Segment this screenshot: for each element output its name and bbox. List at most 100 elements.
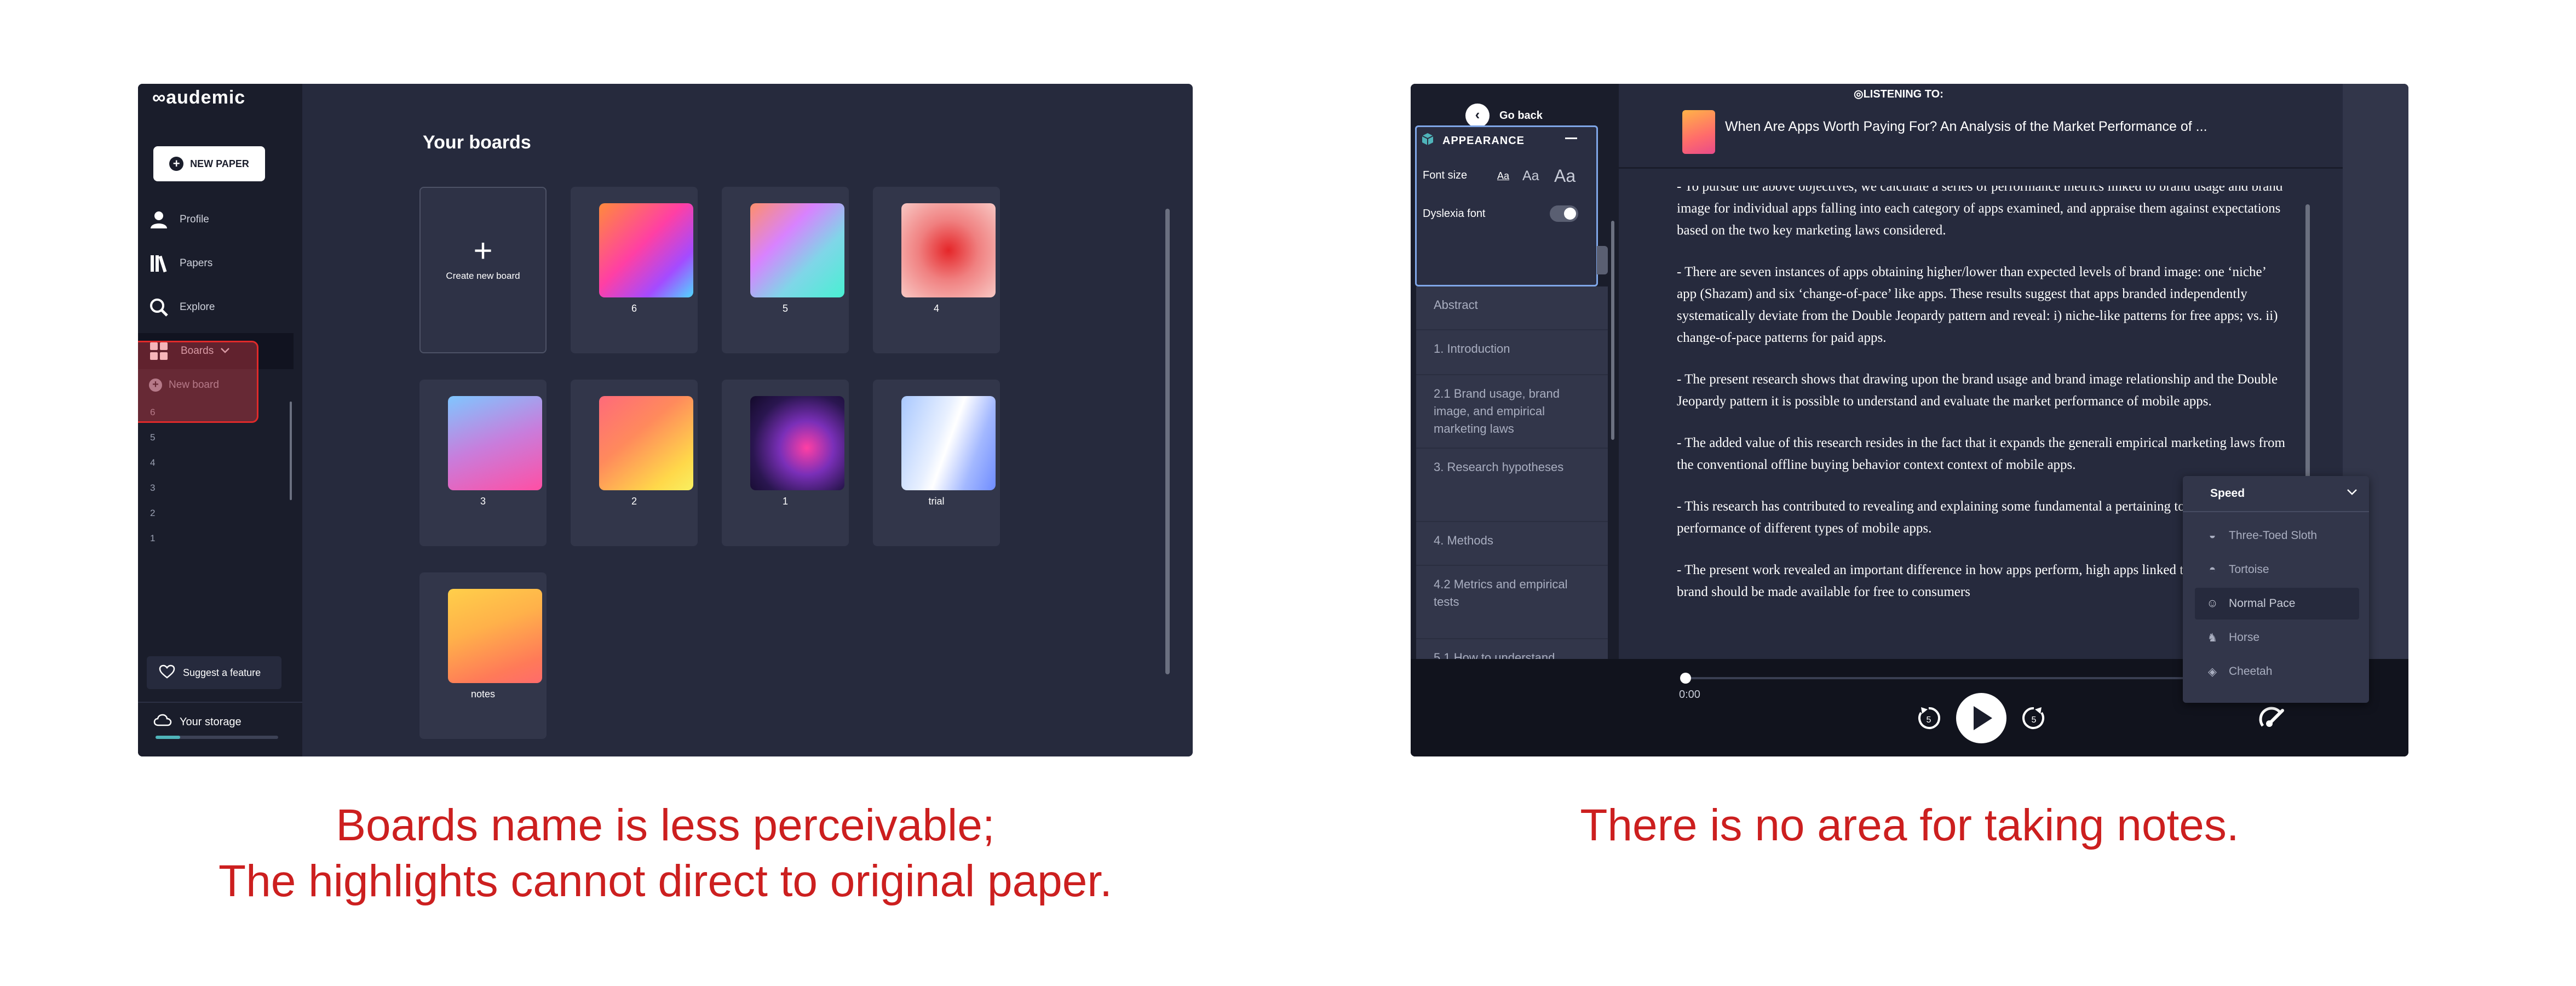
board-label: 3 <box>480 496 486 507</box>
sidebar-board-link[interactable]: 2 <box>150 508 155 519</box>
board-label: trial <box>928 496 945 507</box>
board-card[interactable]: notes <box>419 572 547 739</box>
font-size-label: Font size <box>1423 169 1468 181</box>
speed-option[interactable]: ☺ Normal Pace <box>2195 588 2359 620</box>
board-card[interactable]: 6 <box>571 187 698 353</box>
play-icon <box>1974 706 1992 730</box>
speed-option[interactable]: ♞ Horse <box>2195 622 2359 653</box>
chevron-left-icon: ‹ <box>1465 104 1490 128</box>
tortoise-icon: ◓ <box>2209 563 2216 576</box>
cheetah-icon: ◈ <box>2207 665 2217 678</box>
person-icon <box>149 210 169 230</box>
toc-item[interactable]: 4. Methods <box>1416 522 1608 566</box>
rewind-5-button[interactable]: 5 <box>1913 703 1944 733</box>
board-thumbnail <box>750 203 844 297</box>
main-scrollbar[interactable] <box>1165 209 1170 674</box>
board-card[interactable]: 4 <box>873 187 1000 353</box>
reader-paragraph[interactable]: - To pursue the above objectives, we cal… <box>1677 186 2287 242</box>
board-label: 6 <box>631 303 637 314</box>
sidebar-item-explore[interactable]: Explore <box>149 291 291 324</box>
sloth-icon: ◒ <box>2209 529 2216 542</box>
board-label: 1 <box>782 496 788 507</box>
board-label: notes <box>470 689 496 700</box>
books-icon <box>149 254 169 273</box>
reader-paragraph[interactable]: - There are seven instances of apps obta… <box>1677 261 2287 349</box>
board-card[interactable]: 2 <box>571 380 698 546</box>
board-card[interactable]: 1 <box>722 380 849 546</box>
minimize-icon[interactable] <box>1565 137 1577 139</box>
board-card[interactable]: 5 <box>722 187 849 353</box>
create-new-board-card[interactable]: + Create new board <box>419 187 547 353</box>
toggle-knob <box>1564 208 1576 220</box>
speed-option[interactable]: ◓ Tortoise <box>2195 554 2359 586</box>
speed-gauge-icon[interactable] <box>2258 705 2287 733</box>
board-thumbnail <box>448 396 542 490</box>
paper-thumbnail <box>1682 110 1715 154</box>
horse-icon: ♞ <box>2207 631 2218 644</box>
font-size-medium[interactable]: Aa <box>1522 168 1539 184</box>
storage-progress-bar <box>156 736 278 739</box>
board-label: 2 <box>631 496 637 507</box>
sidebar-item-label: Explore <box>180 301 215 313</box>
heart-icon <box>159 664 175 681</box>
board-card[interactable]: trial <box>873 380 1000 546</box>
forward-5-button[interactable]: 5 <box>2019 703 2049 733</box>
panel-handle[interactable] <box>1597 246 1608 274</box>
suggest-feature-label: Suggest a feature <box>183 667 261 678</box>
toc-item[interactable]: 2.1 Brand usage, brand image, and empiri… <box>1416 375 1608 449</box>
board-label: 4 <box>933 303 939 314</box>
app-logo[interactable]: ∞audemic <box>152 87 245 108</box>
sidebar-board-link[interactable]: 5 <box>150 432 155 443</box>
sidebar-item-label: Papers <box>180 257 213 269</box>
toc-item[interactable]: 4.2 Metrics and empirical tests <box>1416 566 1608 639</box>
dyslexia-font-toggle[interactable] <box>1550 205 1578 222</box>
chevron-down-icon[interactable] <box>2346 485 2358 499</box>
plus-icon: + <box>473 232 493 269</box>
annotation-highlight-box <box>138 341 258 423</box>
toc-list: Abstract 1. Introduction 2.1 Brand usage, … <box>1416 286 1608 659</box>
sidebar-board-link[interactable]: 4 <box>150 457 155 468</box>
font-size-large[interactable]: Aa <box>1554 166 1576 186</box>
go-back-button[interactable]: ‹ Go back <box>1465 104 1543 128</box>
toc-scrollbar[interactable] <box>1611 221 1614 440</box>
sidebar-board-link[interactable]: 3 <box>150 483 155 494</box>
speed-option-label: Normal Pace <box>2229 597 2296 610</box>
font-size-small[interactable]: Aa <box>1497 170 1509 182</box>
toc-item[interactable]: Abstract <box>1416 286 1608 330</box>
toc-item[interactable]: 1. Introduction <box>1416 330 1608 375</box>
speed-option[interactable]: ◒ Three-Toed Sloth <box>2195 520 2359 552</box>
sidebar-item-profile[interactable]: Profile <box>149 203 291 236</box>
plus-icon: + <box>169 157 184 171</box>
divider <box>2183 511 2369 512</box>
speed-option[interactable]: ◈ Cheetah <box>2195 656 2359 687</box>
storage-progress-fill <box>156 736 180 739</box>
suggest-feature-button[interactable]: Suggest a feature <box>147 656 281 689</box>
create-new-board-label: Create new board <box>446 271 520 281</box>
caption-left-line-2: The highlights cannot direct to original… <box>219 856 1112 906</box>
storage-label[interactable]: Your storage <box>153 714 242 730</box>
appearance-header[interactable]: APPEARANCE <box>1421 132 1525 150</box>
new-paper-button[interactable]: + NEW PAPER <box>153 146 265 181</box>
reader-paragraph[interactable]: - The present research shows that drawin… <box>1677 369 2287 412</box>
board-thumbnail <box>448 589 542 683</box>
board-thumbnail <box>901 203 996 297</box>
sidebar-scrollbar[interactable] <box>290 402 292 500</box>
sidebar-board-link[interactable]: 1 <box>150 533 155 544</box>
toc-item[interactable]: 5.1 How to understand <box>1416 639 1608 659</box>
listening-to-label: ◎LISTENING TO: <box>1854 88 1944 100</box>
reader-scrollbar[interactable] <box>2305 204 2310 478</box>
cube-icon <box>1421 132 1435 150</box>
audio-icon: ◎ <box>1854 88 1864 100</box>
go-back-label: Go back <box>1499 109 1543 122</box>
sidebar-item-papers[interactable]: Papers <box>149 247 291 280</box>
caption-right: There is no area for taking notes. <box>1580 800 2239 850</box>
divider <box>138 702 302 703</box>
toc-item[interactable]: 3. Research hypotheses <box>1416 449 1608 522</box>
reader-paragraph[interactable]: - The added value of this research resid… <box>1677 432 2287 476</box>
play-button[interactable] <box>1956 693 2006 743</box>
speed-menu-title: Speed <box>2210 487 2245 500</box>
board-card[interactable]: 3 <box>419 380 547 546</box>
paper-title: When Are Apps Worth Paying For? An Analy… <box>1725 119 2207 134</box>
progress-knob[interactable] <box>1680 673 1691 684</box>
speed-option-label: Horse <box>2229 631 2260 644</box>
